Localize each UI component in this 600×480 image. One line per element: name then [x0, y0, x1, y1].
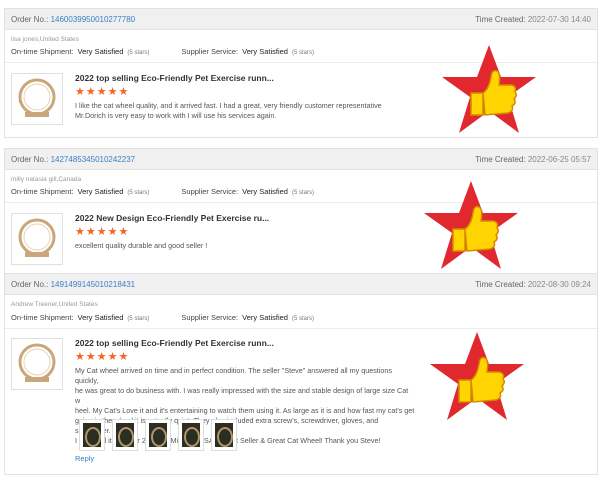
svg-text:—: — [18, 99, 21, 103]
thumbs-up-star-icon [427, 330, 527, 431]
order-no-label: Order No.: [11, 279, 49, 289]
review-stars: ★★★★★ [75, 86, 130, 98]
review-text: excellent quality durable and good selle… [75, 241, 208, 250]
shipment-stars: (5 stars) [127, 190, 150, 196]
service-rating: Very Satisfied [242, 47, 288, 56]
product-image[interactable] [11, 213, 63, 265]
review-photo[interactable] [211, 419, 237, 451]
time-created-value: 2022-06-25 05:57 [527, 154, 591, 164]
service-rating: Very Satisfied [242, 313, 288, 322]
product-title[interactable]: 2022 New Design Eco-Friendly Pet Exercis… [75, 213, 269, 223]
order-number-link[interactable]: 1427485345010242237 [51, 155, 136, 164]
review-photo[interactable] [145, 419, 171, 451]
order-no-label: Order No.: [11, 154, 49, 164]
thumbs-up-star-icon [421, 179, 521, 280]
buyer-name: Andrew Treener,United States [11, 301, 98, 308]
time-created-label: Time Created: [475, 279, 526, 289]
ratings-row: On-time Shipment: Very Satisfied (5 star… [11, 187, 314, 196]
review-card: Order No.: 1427485345010242237 Time Crea… [4, 148, 598, 274]
product-image[interactable] [11, 338, 63, 390]
service-rating: Very Satisfied [242, 187, 288, 196]
service-label: Supplier Service: [181, 313, 239, 322]
review-header: Order No.: 1427485345010242237 Time Crea… [5, 149, 597, 170]
time-created-label: Time Created: [475, 14, 526, 24]
service-label: Supplier Service: [181, 187, 239, 196]
review-stars: ★★★★★ [75, 226, 130, 238]
time-created-value: 2022-07-30 14:40 [527, 14, 591, 24]
order-no-label: Order No.: [11, 14, 49, 24]
buyer-name: milly natasia gill,Canada [11, 176, 82, 183]
product-image[interactable]: — [11, 73, 63, 125]
time-created-label: Time Created: [475, 154, 526, 164]
order-number-link[interactable]: 1491499145010218431 [51, 280, 136, 289]
service-stars: (5 stars) [291, 50, 314, 56]
shipment-rating: Very Satisfied [77, 47, 124, 56]
review-card: Order No.: 1491499145010218431 Time Crea… [4, 273, 598, 475]
shipment-stars: (5 stars) [127, 316, 150, 322]
shipment-rating: Very Satisfied [77, 187, 124, 196]
shipment-label: On-time Shipment: [11, 47, 74, 56]
shipment-label: On-time Shipment: [11, 313, 74, 322]
product-title[interactable]: 2022 top selling Eco-Friendly Pet Exerci… [75, 338, 274, 348]
service-stars: (5 stars) [291, 316, 314, 322]
review-photo[interactable] [79, 419, 105, 451]
service-stars: (5 stars) [291, 190, 314, 196]
review-card: Order No.: 1460039950010277780 Time Crea… [4, 8, 598, 138]
reply-link[interactable]: Reply [75, 454, 94, 463]
review-photo[interactable] [178, 419, 204, 451]
thumbs-up-star-icon [439, 43, 539, 144]
shipment-label: On-time Shipment: [11, 187, 74, 196]
review-header: Order No.: 1491499145010218431 Time Crea… [5, 274, 597, 295]
review-header: Order No.: 1460039950010277780 Time Crea… [5, 9, 597, 30]
shipment-rating: Very Satisfied [77, 313, 124, 322]
review-photo[interactable] [112, 419, 138, 451]
divider [5, 328, 597, 329]
ratings-row: On-time Shipment: Very Satisfied (5 star… [11, 47, 314, 56]
ratings-row: On-time Shipment: Very Satisfied (5 star… [11, 313, 314, 322]
service-label: Supplier Service: [181, 47, 239, 56]
product-title[interactable]: 2022 top selling Eco-Friendly Pet Exerci… [75, 73, 274, 83]
buyer-name: lisa jones,United States [11, 36, 79, 43]
shipment-stars: (5 stars) [127, 50, 150, 56]
review-stars: ★★★★★ [75, 351, 130, 363]
order-number-link[interactable]: 1460039950010277780 [51, 15, 136, 24]
time-created-value: 2022-08-30 09:24 [527, 279, 591, 289]
review-text: I like the cat wheel quality, and it arr… [75, 101, 382, 120]
